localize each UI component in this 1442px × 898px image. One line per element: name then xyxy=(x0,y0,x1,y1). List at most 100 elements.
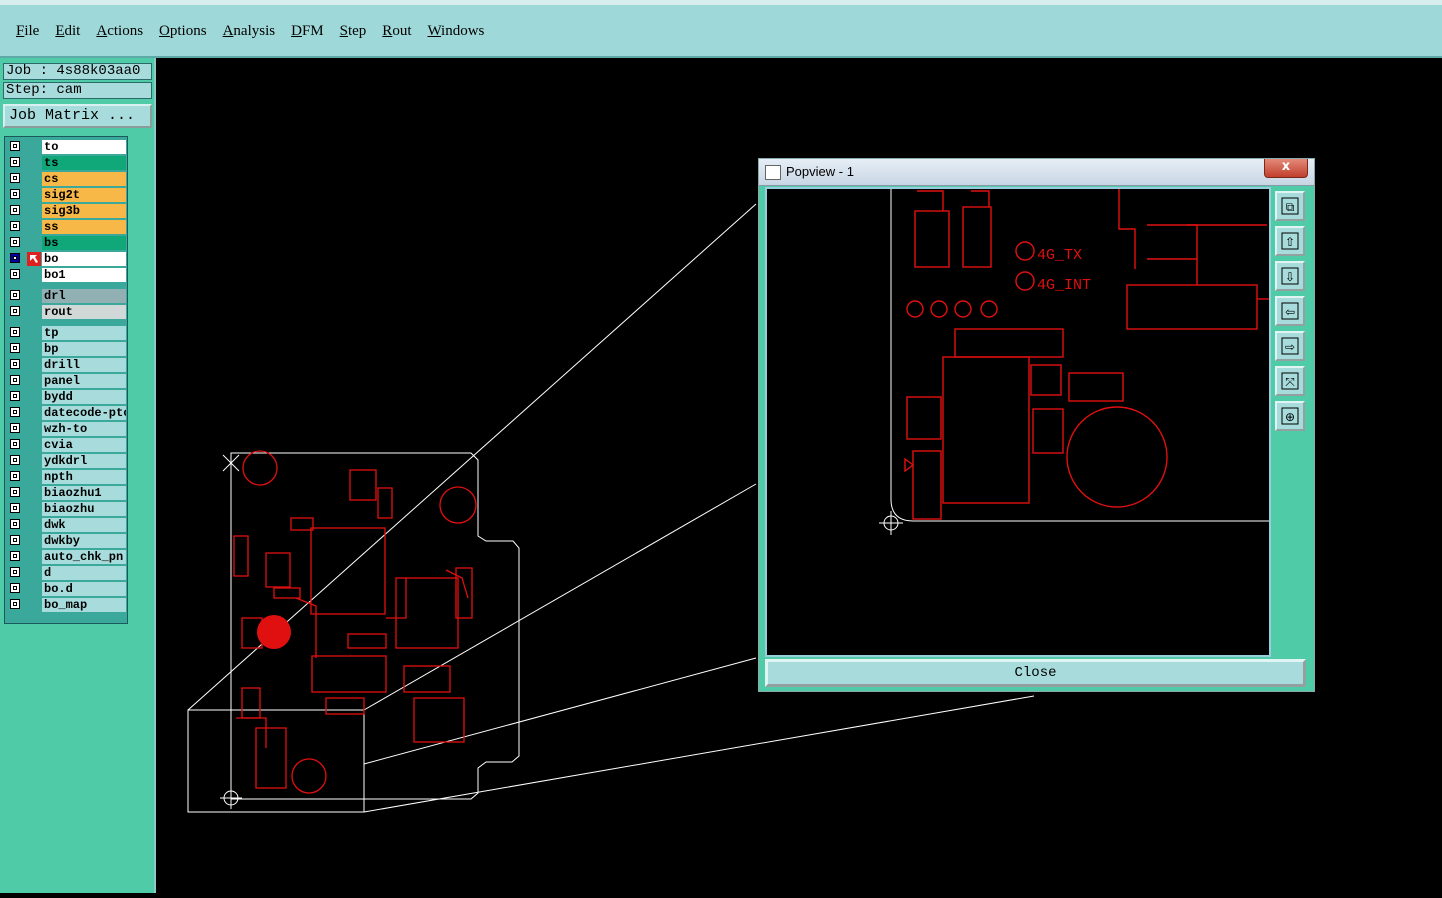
layer-checkbox[interactable] xyxy=(10,583,20,593)
zoom-fit-icon[interactable]: ⧉ xyxy=(1275,191,1305,221)
layer-row-to[interactable]: to xyxy=(7,140,127,154)
layer-name: ydkdrl xyxy=(42,454,126,468)
close-button[interactable]: Close xyxy=(765,659,1306,687)
layer-checkbox[interactable] xyxy=(10,205,20,215)
layer-name: npth xyxy=(42,470,126,484)
layer-checkbox[interactable] xyxy=(10,503,20,513)
layer-checkbox[interactable] xyxy=(10,237,20,247)
layer-row-sig2t[interactable]: sig2t xyxy=(7,188,127,202)
layer-checkbox[interactable] xyxy=(10,423,20,433)
layer-checkbox[interactable] xyxy=(10,471,20,481)
layer-checkbox[interactable] xyxy=(10,173,20,183)
layer-row-biaozhu1[interactable]: biaozhu1 xyxy=(7,486,127,500)
layer-checkbox[interactable] xyxy=(10,221,20,231)
layer-checkbox[interactable] xyxy=(10,253,20,263)
pan-left-icon[interactable]: ⇦ xyxy=(1275,296,1305,326)
layer-checkbox[interactable] xyxy=(10,375,20,385)
layer-row-ss[interactable]: ss xyxy=(7,220,127,234)
layer-checkbox[interactable] xyxy=(10,391,20,401)
layer-row-ydkdrl[interactable]: ydkdrl xyxy=(7,454,127,468)
layer-checkbox[interactable] xyxy=(10,487,20,497)
pan-up-icon[interactable]: ⇧ xyxy=(1275,226,1305,256)
layer-list: to ts cs sig2t sig3b ss bs bo bo1 drl rout tp bp dril… xyxy=(4,136,128,624)
layer-row-bo[interactable]: bo xyxy=(7,252,127,266)
job-matrix-button[interactable]: Job Matrix ... xyxy=(3,104,152,128)
menu-rout[interactable]: Rout xyxy=(374,23,419,40)
layer-checkbox[interactable] xyxy=(10,567,20,577)
layer-checkbox[interactable] xyxy=(10,141,20,151)
layer-checkbox[interactable] xyxy=(10,599,20,609)
layer-row-auto-chk-pn[interactable]: auto_chk_pn xyxy=(7,550,127,564)
layer-name: tp xyxy=(42,326,126,340)
layer-checkbox[interactable] xyxy=(10,290,20,300)
layer-row-dwk[interactable]: dwk xyxy=(7,518,127,532)
large-pad xyxy=(257,615,291,649)
menu-items: File Edit Actions Options Analysis DFM Step Rou… xyxy=(8,23,492,40)
layer-name: bo.d xyxy=(42,582,126,596)
layer-row-bo-map[interactable]: bo_map xyxy=(7,598,127,612)
layer-row-d[interactable]: d xyxy=(7,566,127,580)
layer-row-panel[interactable]: panel xyxy=(7,374,127,388)
pan-right-icon[interactable]: ⇨ xyxy=(1275,331,1305,361)
menu-analysis[interactable]: Analysis xyxy=(215,23,284,40)
layer-row-bo1[interactable]: bo1 xyxy=(7,268,127,282)
layer-row-dwkby[interactable]: dwkby xyxy=(7,534,127,548)
menu-actions[interactable]: Actions xyxy=(88,23,151,40)
menu-options[interactable]: Options xyxy=(151,23,215,40)
layer-name: wzh-to xyxy=(42,422,126,436)
svg-text:⇧: ⇧ xyxy=(1285,235,1295,249)
layer-row-cvia[interactable]: cvia xyxy=(7,438,127,452)
layer-row-bydd[interactable]: bydd xyxy=(7,390,127,404)
layer-checkbox[interactable] xyxy=(10,343,20,353)
menu-edit[interactable]: Edit xyxy=(47,23,88,40)
layer-row-tp[interactable]: tp xyxy=(7,326,127,340)
svg-text:⤧: ⤧ xyxy=(1285,375,1295,389)
layer-name: bo_map xyxy=(42,598,126,612)
layer-name: sig2t xyxy=(42,188,126,202)
layer-name: bydd xyxy=(42,390,126,404)
layer-checkbox[interactable] xyxy=(10,157,20,167)
layer-row-bo-d[interactable]: bo.d xyxy=(7,582,127,596)
layer-checkbox[interactable] xyxy=(10,306,20,316)
layer-row-biaozhu[interactable]: biaozhu xyxy=(7,502,127,516)
zoom-out-icon[interactable]: ⊕ xyxy=(1275,401,1305,431)
layer-name: cvia xyxy=(42,438,126,452)
popview-titlebar[interactable]: Popview - 1 x xyxy=(759,159,1314,186)
zoom-home-icon[interactable]: ⤧ xyxy=(1275,366,1305,396)
popview-canvas[interactable]: 4G_TX 4G_INT xyxy=(765,187,1271,657)
layer-name: bs xyxy=(42,236,126,250)
layer-row-bs[interactable]: bs xyxy=(7,236,127,250)
layer-checkbox[interactable] xyxy=(10,551,20,561)
window-close-icon[interactable]: x xyxy=(1264,159,1308,178)
step-label: Step: cam xyxy=(3,82,152,99)
svg-text:⇩: ⇩ xyxy=(1285,270,1295,284)
layer-row-wzh-to[interactable]: wzh-to xyxy=(7,422,127,436)
menu-file[interactable]: File xyxy=(8,23,47,40)
layer-row-drl[interactable]: drl xyxy=(7,289,127,303)
layer-checkbox[interactable] xyxy=(10,455,20,465)
menu-windows[interactable]: Windows xyxy=(419,23,492,40)
menu-step[interactable]: Step xyxy=(332,23,375,40)
layer-row-datecode-ptc[interactable]: datecode-ptc xyxy=(7,406,127,420)
layer-row-bp[interactable]: bp xyxy=(7,342,127,356)
layer-checkbox[interactable] xyxy=(10,327,20,337)
layer-name: drl xyxy=(42,289,126,303)
layer-row-sig3b[interactable]: sig3b xyxy=(7,204,127,218)
work-layer-arrow-icon xyxy=(27,252,41,266)
layer-checkbox[interactable] xyxy=(10,359,20,369)
layer-row-ts[interactable]: ts xyxy=(7,156,127,170)
layer-checkbox[interactable] xyxy=(10,269,20,279)
layer-checkbox[interactable] xyxy=(10,407,20,417)
layer-checkbox[interactable] xyxy=(10,535,20,545)
svg-text:⧉: ⧉ xyxy=(1286,200,1295,214)
layer-row-drill[interactable]: drill xyxy=(7,358,127,372)
layer-row-cs[interactable]: cs xyxy=(7,172,127,186)
layer-checkbox[interactable] xyxy=(10,439,20,449)
menu-dfm[interactable]: DFM xyxy=(283,23,332,40)
svg-text:⇨: ⇨ xyxy=(1285,340,1295,354)
layer-checkbox[interactable] xyxy=(10,189,20,199)
layer-row-npth[interactable]: npth xyxy=(7,470,127,484)
pan-down-icon[interactable]: ⇩ xyxy=(1275,261,1305,291)
layer-checkbox[interactable] xyxy=(10,519,20,529)
layer-row-rout[interactable]: rout xyxy=(7,305,127,319)
